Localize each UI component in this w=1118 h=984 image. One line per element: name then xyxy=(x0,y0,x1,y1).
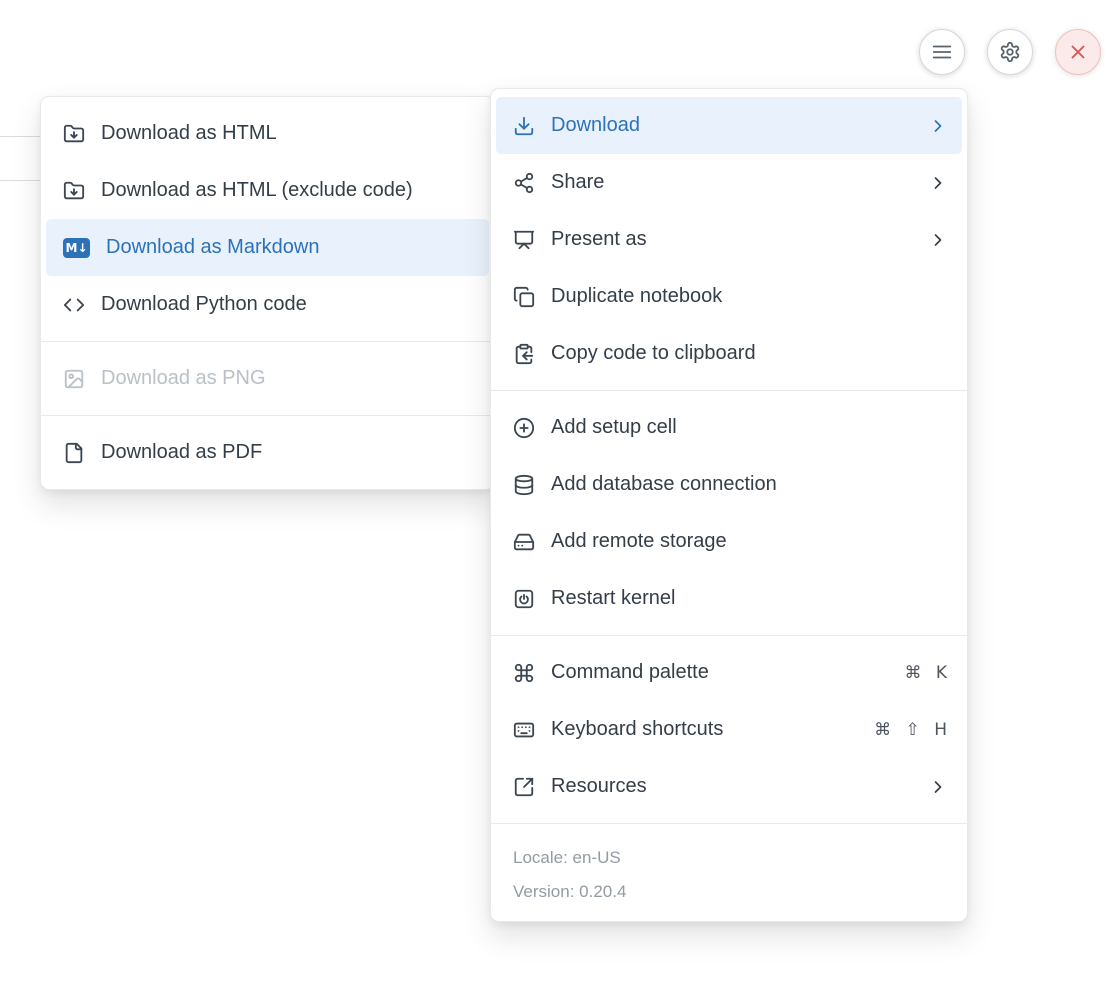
clipboard-copy-icon xyxy=(513,343,535,365)
menu-item-label: Download xyxy=(551,114,912,137)
menu-item-add-setup-cell[interactable]: Add setup cell xyxy=(496,399,962,456)
close-icon xyxy=(1067,41,1089,63)
file-icon xyxy=(63,442,85,464)
menu-item-download[interactable]: Download xyxy=(496,97,962,154)
menu-item-keyboard-shortcuts[interactable]: Keyboard shortcuts ⌘ ⇧ H xyxy=(496,701,962,758)
menu-item-label: Copy code to clipboard xyxy=(551,342,948,365)
database-icon xyxy=(513,474,535,496)
download-icon xyxy=(513,115,535,137)
version-text: Version: 0.20.4 xyxy=(513,875,945,909)
folder-down-icon xyxy=(63,123,85,145)
menu-item-add-database-connection[interactable]: Add database connection xyxy=(496,456,962,513)
notebook-actions-menu: Download Share Present as Duplicate note… xyxy=(490,88,968,922)
keyboard-icon xyxy=(513,719,535,741)
close-button[interactable] xyxy=(1055,29,1101,75)
share-icon xyxy=(513,172,535,194)
menu-item-copy-code[interactable]: Copy code to clipboard xyxy=(496,325,962,382)
menu-trigger-button[interactable] xyxy=(919,29,965,75)
menu-item-restart-kernel[interactable]: Restart kernel xyxy=(496,570,962,627)
copy-icon xyxy=(513,286,535,308)
submenu-item-download-png: Download as PNG xyxy=(46,350,489,407)
menu-item-add-remote-storage[interactable]: Add remote storage xyxy=(496,513,962,570)
menu-item-label: Add database connection xyxy=(551,473,948,496)
menu-item-label: Download as Markdown xyxy=(106,236,475,259)
settings-button[interactable] xyxy=(987,29,1033,75)
menu-item-label: Share xyxy=(551,171,912,194)
markdown-icon: M↓ xyxy=(63,237,90,259)
menu-item-present-as[interactable]: Present as xyxy=(496,211,962,268)
submenu-item-download-html[interactable]: Download as HTML xyxy=(46,105,489,162)
menu-item-label: Keyboard shortcuts xyxy=(551,718,858,741)
hamburger-icon xyxy=(931,41,953,63)
menu-footer: Locale: en-US Version: 0.20.4 xyxy=(491,832,967,913)
menu-separator xyxy=(41,341,494,342)
power-icon xyxy=(513,588,535,610)
menu-separator xyxy=(491,390,967,391)
submenu-item-download-html-exclude-code[interactable]: Download as HTML (exclude code) xyxy=(46,162,489,219)
menu-item-label: Download as HTML (exclude code) xyxy=(101,179,475,202)
command-icon xyxy=(513,662,535,684)
menu-separator xyxy=(41,415,494,416)
menu-item-label: Command palette xyxy=(551,661,888,684)
menu-item-label: Download as PDF xyxy=(101,441,475,464)
menu-item-label: Present as xyxy=(551,228,912,251)
menu-item-label: Download as PNG xyxy=(101,367,475,390)
menu-item-command-palette[interactable]: Command palette ⌘ K xyxy=(496,644,962,701)
submenu-item-download-pdf[interactable]: Download as PDF xyxy=(46,424,489,481)
menu-separator xyxy=(491,635,967,636)
download-submenu: Download as HTML Download as HTML (exclu… xyxy=(40,96,495,490)
menu-separator xyxy=(491,823,967,824)
presentation-icon xyxy=(513,229,535,251)
shortcut-hint: ⌘ K xyxy=(904,663,948,683)
menu-item-label: Download Python code xyxy=(101,293,475,316)
submenu-item-download-markdown[interactable]: M↓ Download as Markdown xyxy=(46,219,489,276)
chevron-right-icon xyxy=(928,173,948,193)
markdown-badge: M↓ xyxy=(63,238,90,258)
image-icon xyxy=(63,368,85,390)
chevron-right-icon xyxy=(928,230,948,250)
menu-item-label: Add setup cell xyxy=(551,416,948,439)
menu-item-label: Restart kernel xyxy=(551,587,948,610)
hard-drive-icon xyxy=(513,531,535,553)
background-page-edge xyxy=(0,136,41,181)
shortcut-hint: ⌘ ⇧ H xyxy=(874,720,948,740)
chevron-right-icon xyxy=(928,116,948,136)
code-icon xyxy=(63,294,85,316)
submenu-item-download-python-code[interactable]: Download Python code xyxy=(46,276,489,333)
menu-item-label: Resources xyxy=(551,775,912,798)
menu-item-label: Add remote storage xyxy=(551,530,948,553)
gear-icon xyxy=(999,41,1021,63)
menu-item-duplicate-notebook[interactable]: Duplicate notebook xyxy=(496,268,962,325)
chevron-right-icon xyxy=(928,777,948,797)
menu-item-share[interactable]: Share xyxy=(496,154,962,211)
external-link-icon xyxy=(513,776,535,798)
plus-circle-icon xyxy=(513,417,535,439)
menu-item-resources[interactable]: Resources xyxy=(496,758,962,815)
menu-item-label: Duplicate notebook xyxy=(551,285,948,308)
menu-item-label: Download as HTML xyxy=(101,122,475,145)
locale-text: Locale: en-US xyxy=(513,841,945,875)
folder-down-icon xyxy=(63,180,85,202)
